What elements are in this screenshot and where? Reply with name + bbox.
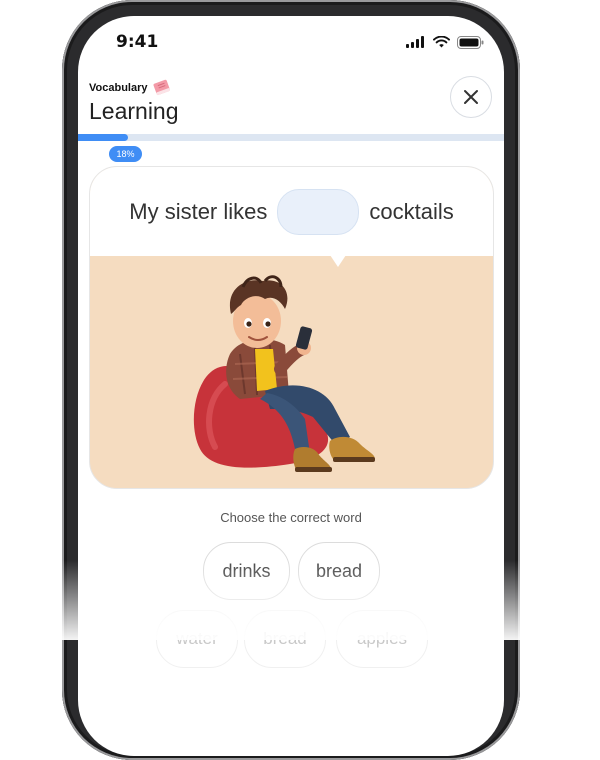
signal-icon	[406, 36, 424, 48]
status-icons	[406, 35, 484, 49]
sentence-after: cocktails	[369, 198, 454, 224]
wifi-icon	[433, 36, 450, 48]
exercise-card: My sister likes cocktails	[89, 166, 494, 489]
app-screen: 9:41 Vocabulary Learning 18% My sister l…	[78, 16, 504, 756]
answer-blank[interactable]	[277, 188, 360, 235]
sentence-before: My sister likes	[129, 198, 268, 224]
battery-icon	[457, 35, 484, 49]
progress-bar	[78, 134, 504, 141]
sentence-prompt: My sister likes cocktails	[90, 167, 493, 256]
category-header: Vocabulary	[89, 78, 174, 98]
bottom-fade-overlay	[0, 560, 600, 640]
book-icon	[153, 79, 170, 96]
status-time: 9:41	[116, 32, 159, 52]
close-button[interactable]	[450, 76, 492, 118]
progress-badge: 18%	[109, 146, 142, 162]
progress-fill	[78, 134, 129, 141]
boy-on-beanbag-illustration	[193, 275, 375, 472]
instruction-text: Choose the correct word	[220, 510, 362, 525]
category-label: Vocabulary	[89, 82, 148, 94]
close-icon	[464, 90, 478, 104]
page-title: Learning	[89, 98, 179, 124]
